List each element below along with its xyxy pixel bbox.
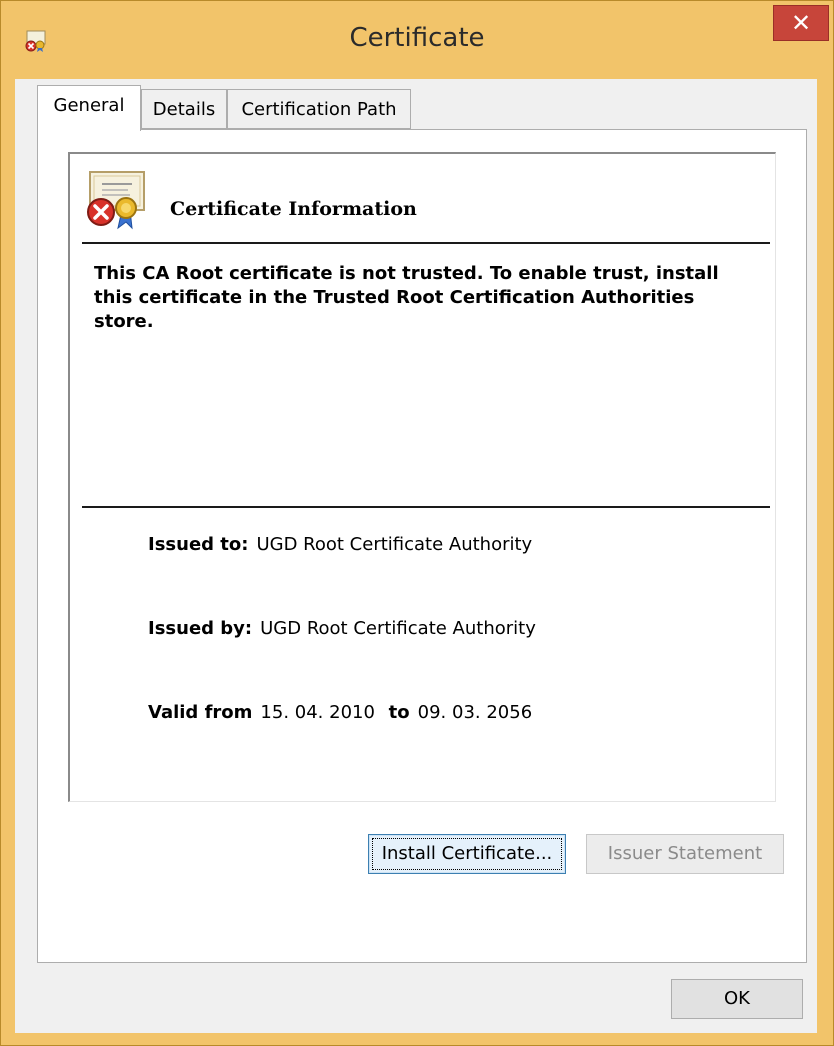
issued-by-value: UGD Root Certificate Authority: [260, 618, 536, 639]
tab-details[interactable]: Details: [141, 89, 227, 129]
issuer-statement-label: Issuer Statement: [607, 843, 763, 864]
focus-ring: [372, 838, 562, 870]
valid-to-value: 09. 03. 2056: [417, 702, 533, 723]
install-certificate-button[interactable]: Install Certificate...: [368, 834, 566, 874]
validity-row: Valid from 15. 04. 2010 to 09. 03. 2056: [148, 702, 532, 723]
certificate-window: Certificate ✕ General Details Certificat…: [0, 0, 834, 1046]
certificate-info-box: Certificate Information This CA Root cer…: [68, 152, 776, 802]
ok-button[interactable]: OK: [671, 979, 803, 1019]
dialog-client: General Details Certification Path Certi…: [15, 79, 817, 1033]
divider-bottom: [82, 506, 770, 508]
issued-to-value: UGD Root Certificate Authority: [256, 534, 533, 555]
divider-top: [82, 242, 770, 244]
certificate-error-icon: [84, 170, 150, 230]
general-tab-panel: Certificate Information This CA Root cer…: [37, 129, 807, 963]
info-heading: Certificate Information: [170, 198, 417, 220]
issued-to-label: Issued to:: [148, 534, 249, 555]
trust-warning-text: This CA Root certificate is not trusted.…: [94, 263, 719, 332]
issued-to-row: Issued to: UGD Root Certificate Authority: [148, 534, 532, 555]
issued-by-row: Issued by: UGD Root Certificate Authority: [148, 618, 536, 639]
issuer-statement-button[interactable]: Issuer Statement: [586, 834, 784, 874]
tab-general[interactable]: General: [37, 85, 141, 131]
close-button[interactable]: ✕: [773, 5, 829, 41]
title-bar[interactable]: Certificate ✕: [1, 1, 833, 79]
ok-label: OK: [724, 988, 750, 1009]
valid-from-label: Valid from: [148, 702, 253, 723]
issued-by-label: Issued by:: [148, 618, 253, 639]
valid-to-label: to: [388, 702, 410, 723]
window-title: Certificate: [349, 23, 485, 53]
valid-from-value: 15. 04. 2010: [260, 702, 375, 723]
tab-certification-path[interactable]: Certification Path: [227, 89, 411, 129]
